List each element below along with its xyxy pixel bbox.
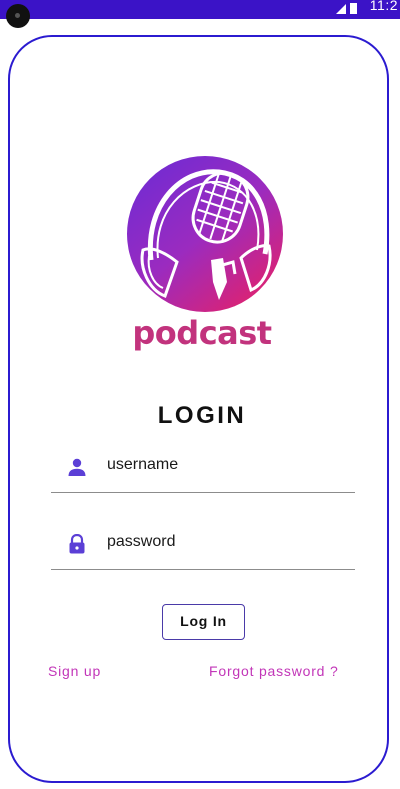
forgot-password-link[interactable]: Forgot password ? <box>209 663 339 679</box>
username-value: username <box>107 456 179 473</box>
person-icon <box>68 458 86 476</box>
signal-icon <box>336 3 357 14</box>
status-time: 11:2 <box>369 0 398 13</box>
password-field[interactable]: password <box>51 525 355 570</box>
login-button[interactable]: Log In <box>162 604 245 640</box>
sign-up-link[interactable]: Sign up <box>48 663 101 679</box>
podcast-logo-icon <box>127 156 283 312</box>
password-value: password <box>107 533 176 550</box>
username-field[interactable]: username <box>51 448 355 493</box>
lock-icon <box>69 534 85 554</box>
camera-icon <box>6 4 30 28</box>
login-screen: 11:2 podcast LOGIN username password Log… <box>0 0 400 789</box>
status-bar: 11:2 <box>0 0 400 19</box>
page-title: LOGIN <box>157 402 247 429</box>
brand-name: podcast <box>132 314 272 352</box>
